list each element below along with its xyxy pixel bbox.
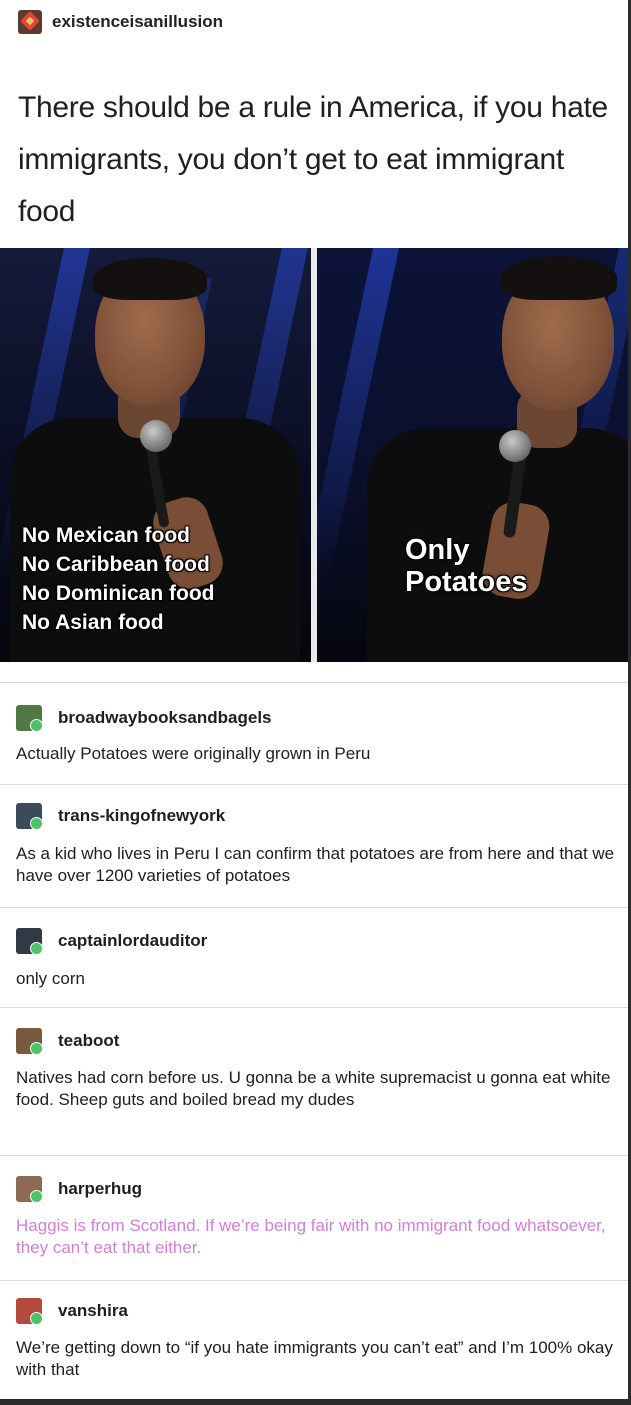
reply-header: broadwaybooksandbagels <box>16 705 272 731</box>
screenshot-border <box>0 1399 631 1405</box>
op-username[interactable]: existenceisanillusion <box>52 12 223 32</box>
reply-header: vanshira <box>16 1298 128 1324</box>
caption-line: No Mexican food <box>22 524 191 547</box>
caption-line: No Caribbean food <box>22 553 210 576</box>
reply-username[interactable]: captainlordauditor <box>58 931 207 951</box>
op-header: existenceisanillusion <box>18 8 223 36</box>
reply-header: captainlordauditor <box>16 928 207 954</box>
op-avatar-icon[interactable] <box>18 10 42 34</box>
caption-line: Potatoes <box>405 566 528 598</box>
reply-header: harperhug <box>16 1176 142 1202</box>
reply-text: We’re getting down to “if you hate immig… <box>16 1338 613 1379</box>
reply-header: trans-kingofnewyork <box>16 803 225 829</box>
reply-header: teaboot <box>16 1028 119 1054</box>
caption-line: No Asian food <box>22 611 164 634</box>
user-avatar-icon[interactable] <box>16 1176 42 1202</box>
reply-block: vanshira We’re getting down to “if you h… <box>0 1280 628 1400</box>
reply-block: harperhug Haggis is from Scotland. If we… <box>0 1155 628 1281</box>
reply-username[interactable]: broadwaybooksandbagels <box>58 708 272 728</box>
reply-text: Natives had corn before us. U gonna be a… <box>16 1068 611 1109</box>
meme-image: No Mexican food No Caribbean food No Dom… <box>0 248 628 662</box>
user-avatar-icon[interactable] <box>16 803 42 829</box>
reply-block: trans-kingofnewyork As a kid who lives i… <box>0 784 628 908</box>
reply-block: broadwaybooksandbagels Actually Potatoes… <box>0 682 628 785</box>
reply-text: As a kid who lives in Peru I can confirm… <box>16 844 615 885</box>
user-avatar-icon[interactable] <box>16 928 42 954</box>
reply-text: only corn <box>16 969 85 988</box>
left-caption: No Mexican food No Caribbean food No Dom… <box>22 521 215 637</box>
caption-line: No Dominican food <box>22 582 215 605</box>
right-caption: Only Potatoes <box>405 534 527 598</box>
reply-block: teaboot Natives had corn before us. U go… <box>0 1007 628 1156</box>
user-avatar-icon[interactable] <box>16 705 42 731</box>
reply-block: captainlordauditor only corn <box>0 907 628 1008</box>
tumblr-post: existenceisanillusion There should be a … <box>0 0 631 1405</box>
reply-text: Actually Potatoes were originally grown … <box>16 744 371 763</box>
reply-username[interactable]: trans-kingofnewyork <box>58 806 225 826</box>
reply-username[interactable]: harperhug <box>58 1179 142 1199</box>
caption-line: Only <box>405 534 470 566</box>
reply-text: Haggis is from Scotland. If we’re being … <box>16 1216 606 1257</box>
meme-panel-right: Only Potatoes <box>317 248 628 662</box>
user-avatar-icon[interactable] <box>16 1298 42 1324</box>
reply-username[interactable]: vanshira <box>58 1301 128 1321</box>
user-avatar-icon[interactable] <box>16 1028 42 1054</box>
reply-username[interactable]: teaboot <box>58 1031 119 1051</box>
meme-panel-left: No Mexican food No Caribbean food No Dom… <box>0 248 311 662</box>
op-post-text: There should be a rule in America, if yo… <box>18 91 608 228</box>
